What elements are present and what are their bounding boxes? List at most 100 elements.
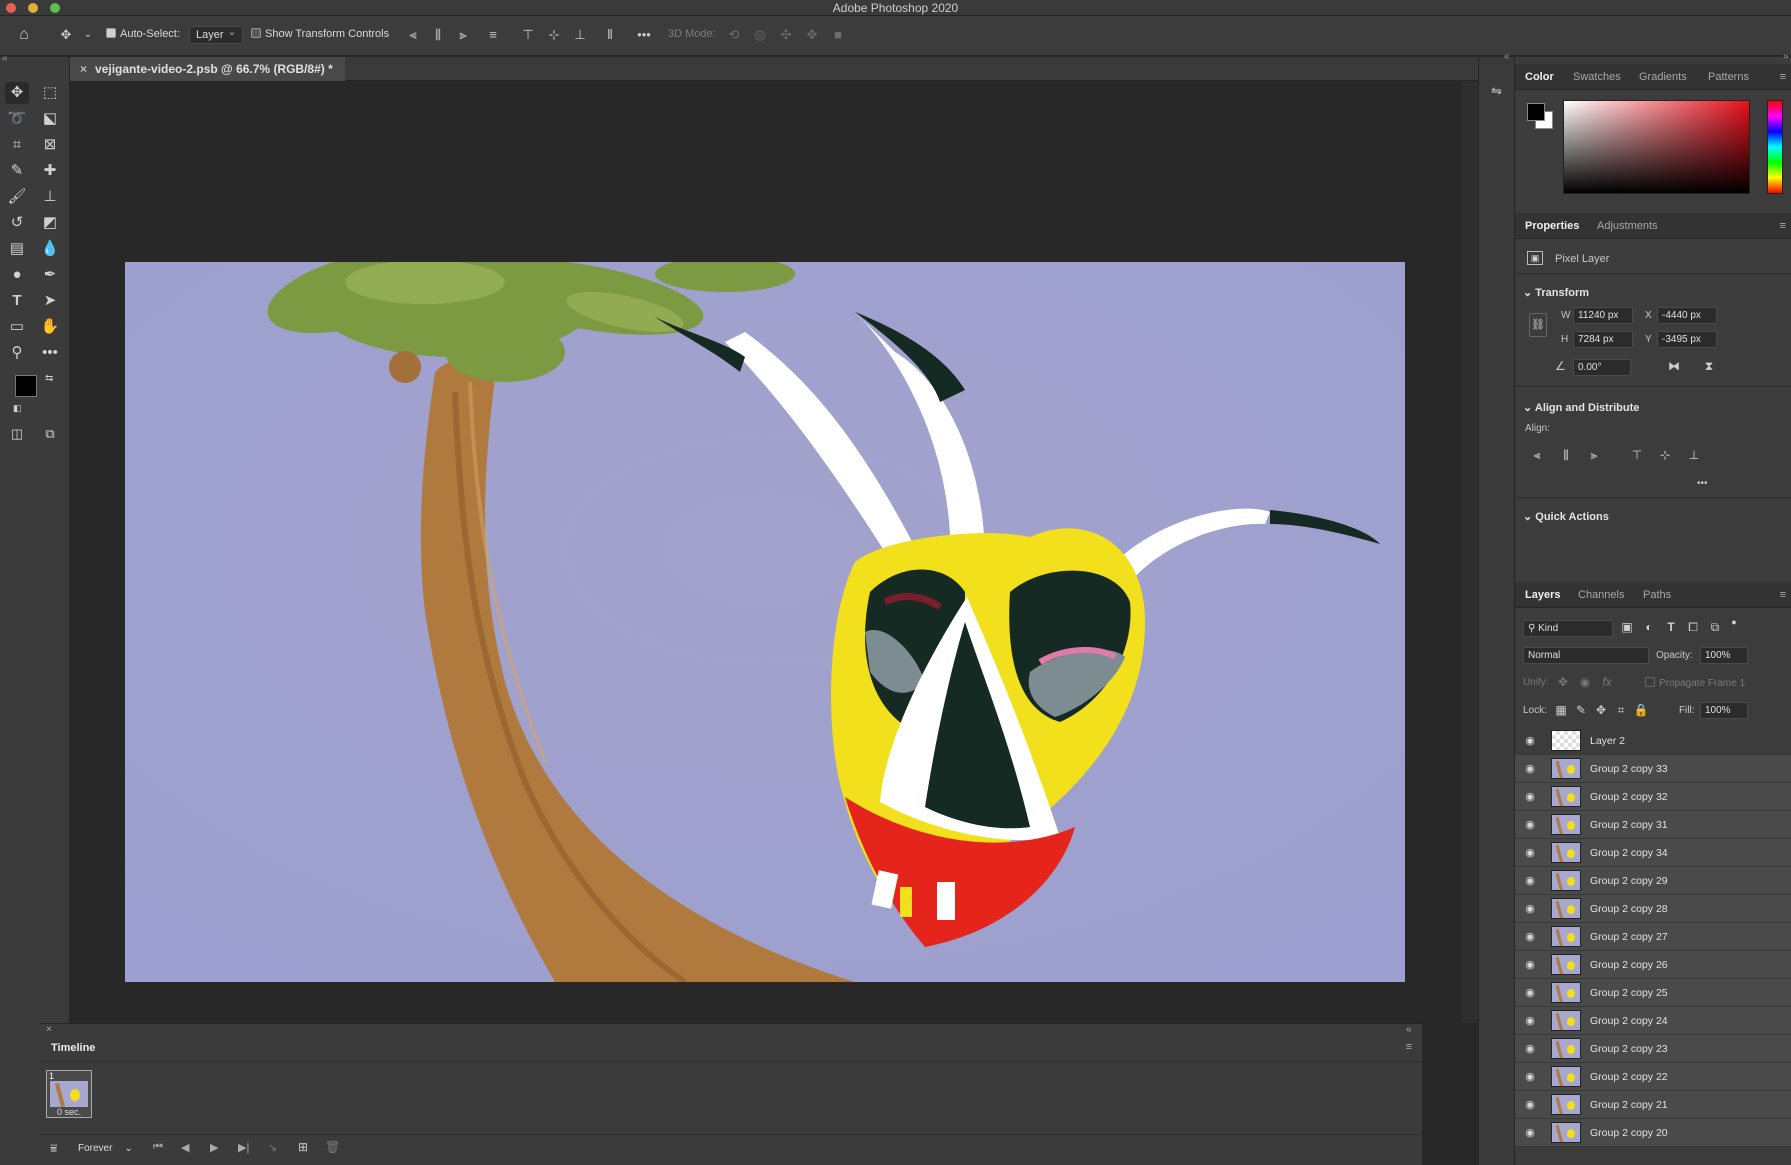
more-tools-icon[interactable]: ••• — [38, 342, 62, 364]
tab-layers[interactable]: Layers — [1525, 589, 1560, 601]
filter-adjustment-icon[interactable]: ◐ — [1641, 620, 1657, 634]
visibility-eye-icon[interactable]: ◉ — [1523, 986, 1537, 1000]
3d-roll-icon[interactable]: ◎ — [752, 27, 768, 43]
collapse-dock-icon[interactable]: « — [1504, 51, 1510, 62]
duplicate-frame-icon[interactable]: ⊞ — [298, 1140, 308, 1154]
lock-transparent-pixels-icon[interactable]: ▦ — [1553, 703, 1569, 717]
more-align-options-icon[interactable]: ••• — [1697, 478, 1708, 489]
visibility-eye-icon[interactable]: ◉ — [1523, 902, 1537, 916]
layer-row[interactable]: ◉ Group 2 copy 33 — [1515, 755, 1791, 783]
layer-row[interactable]: ◉ Group 2 copy 34 — [1515, 839, 1791, 867]
quick-actions-section-title[interactable]: ⌄ Quick Actions — [1523, 510, 1609, 523]
expand-panels-icon[interactable]: » — [1783, 51, 1789, 62]
rectangle-tool-icon[interactable]: ▭ — [5, 316, 29, 338]
3d-pan-icon[interactable]: ✣ — [778, 27, 794, 43]
document-canvas[interactable] — [125, 262, 1405, 982]
delete-frame-icon[interactable]: 🗑 — [325, 1140, 340, 1154]
lock-artboard-icon[interactable]: ⌗ — [1613, 703, 1629, 718]
healing-tool-icon[interactable]: ✚ — [38, 160, 62, 182]
width-field[interactable]: 11240 px — [1573, 307, 1633, 324]
auto-select-target-select[interactable]: Layer — [189, 25, 243, 44]
previous-frame-icon[interactable]: ◀ — [181, 1141, 189, 1154]
convert-timeline-icon[interactable]: ⩸ — [50, 1141, 57, 1156]
object-select-tool-icon[interactable]: ⬕ — [38, 108, 62, 130]
flip-vertical-icon[interactable]: ⧗ — [1701, 359, 1717, 374]
3d-orbit-icon[interactable]: ⟲ — [726, 27, 742, 43]
close-timeline-icon[interactable]: × — [46, 1024, 52, 1035]
layers-panel-menu-icon[interactable]: ≡ — [1780, 589, 1786, 601]
visibility-eye-icon[interactable]: ◉ — [1523, 1126, 1537, 1140]
blend-mode-select[interactable]: Normal — [1523, 647, 1649, 664]
collapse-tools-icon[interactable]: « — [2, 53, 8, 64]
align-horizontal-centers-icon[interactable]: ⫼ — [1558, 448, 1574, 463]
color-field[interactable] — [1563, 100, 1750, 194]
hue-slider[interactable] — [1767, 100, 1783, 194]
visibility-eye-icon[interactable]: ◉ — [1523, 1098, 1537, 1112]
visibility-eye-icon[interactable]: ◉ — [1523, 958, 1537, 972]
marquee-tool-icon[interactable]: ⬚ — [38, 82, 62, 104]
quick-mask-icon[interactable]: ◫ — [5, 423, 29, 445]
crop-tool-icon[interactable]: ⌗ — [5, 134, 29, 156]
align-vertical-centers-icon[interactable]: ⊹ — [1657, 448, 1673, 462]
visibility-eye-icon[interactable]: ◉ — [1523, 762, 1537, 776]
layer-row[interactable]: ◉ Group 2 copy 21 — [1515, 1091, 1791, 1119]
tool-preset-chevron-icon[interactable]: ⌄ — [80, 27, 96, 43]
stamp-tool-icon[interactable]: ⊥ — [38, 186, 62, 208]
eyedropper-tool-icon[interactable]: ✎ — [5, 160, 29, 182]
align-section-title[interactable]: ⌄ Align and Distribute — [1523, 401, 1639, 414]
foreground-color-swatch[interactable] — [15, 375, 37, 397]
visibility-eye-icon[interactable]: ◉ — [1523, 874, 1537, 888]
tab-properties[interactable]: Properties — [1525, 220, 1579, 232]
tab-channels[interactable]: Channels — [1578, 589, 1624, 601]
home-icon[interactable]: ⌂ — [16, 27, 32, 43]
filter-smart-object-icon[interactable]: ⧉ — [1707, 620, 1723, 635]
layer-row[interactable]: ◉ Group 2 copy 25 — [1515, 979, 1791, 1007]
transform-section-title[interactable]: ⌄ Transform — [1523, 286, 1589, 299]
swap-colors-icon[interactable]: ⇆ — [45, 373, 53, 384]
document-tab[interactable]: × vejigante-video-2.psb @ 66.7% (RGB/8#) … — [70, 57, 345, 81]
next-frame-icon[interactable]: ▶| — [238, 1141, 249, 1154]
first-frame-icon[interactable]: ⏮ — [153, 1141, 163, 1154]
tab-gradients[interactable]: Gradients — [1639, 71, 1687, 83]
frame-delay[interactable]: 0 sec. — [57, 1107, 81, 1117]
tab-color[interactable]: Color — [1525, 71, 1554, 83]
align-bottom-icon[interactable]: ⊥ — [572, 27, 588, 43]
collapse-timeline-icon[interactable]: « — [1406, 1024, 1412, 1035]
layer-row[interactable]: ◉ Group 2 copy 32 — [1515, 783, 1791, 811]
tab-patterns[interactable]: Patterns — [1708, 71, 1749, 83]
align-top-icon[interactable]: ⊤ — [520, 27, 536, 43]
unify-visibility-icon[interactable]: ◉ — [1577, 675, 1593, 689]
default-colors-icon[interactable]: ◧ — [13, 403, 22, 414]
opacity-field[interactable]: 100% — [1700, 647, 1748, 664]
layer-row[interactable]: ◉ Group 2 copy 20 — [1515, 1119, 1791, 1147]
3d-slide-icon[interactable]: ✥ — [804, 27, 820, 43]
move-tool-icon[interactable]: ✥ — [58, 27, 74, 43]
layer-row[interactable]: ◉ Group 2 copy 31 — [1515, 811, 1791, 839]
align-hcenter-icon[interactable]: ⫼ — [430, 27, 446, 43]
visibility-eye-icon[interactable]: ◉ — [1523, 1042, 1537, 1056]
3d-camera-icon[interactable]: ■ — [830, 27, 846, 43]
filter-type-icon[interactable]: T — [1663, 620, 1679, 634]
layer-row[interactable]: ◉ Group 2 copy 23 — [1515, 1035, 1791, 1063]
tab-adjustments[interactable]: Adjustments — [1597, 220, 1658, 232]
gradient-tool-icon[interactable]: ▤ — [5, 238, 29, 260]
visibility-eye-icon[interactable]: ◉ — [1523, 734, 1537, 748]
flip-horizontal-icon[interactable]: ⧓ — [1666, 359, 1682, 373]
layer-filter-select[interactable]: ⚲ Kind — [1523, 620, 1613, 637]
height-field[interactable]: 7284 px — [1573, 331, 1633, 348]
layer-row[interactable]: ◉ Layer 2 — [1515, 727, 1791, 755]
brush-tool-icon[interactable]: 🖌 — [5, 186, 29, 208]
dodge-tool-icon[interactable]: ● — [5, 264, 29, 286]
more-options-icon[interactable]: ••• — [636, 27, 652, 43]
lock-position-icon[interactable]: ✥ — [1593, 703, 1609, 717]
hand-tool-icon[interactable]: ✋ — [38, 316, 62, 338]
link-dimensions-icon[interactable]: ⛓ — [1529, 313, 1547, 337]
fill-field[interactable]: 100% — [1700, 702, 1748, 719]
loop-select[interactable]: Forever ⌄ — [78, 1143, 133, 1154]
close-tab-icon[interactable]: × — [80, 62, 87, 76]
unify-position-icon[interactable]: ✥ — [1555, 675, 1571, 689]
lasso-tool-icon[interactable]: ➰ — [5, 108, 29, 130]
show-transform-checkbox[interactable]: Show Transform Controls — [251, 28, 389, 40]
visibility-eye-icon[interactable]: ◉ — [1523, 1070, 1537, 1084]
x-field[interactable]: -4440 px — [1657, 307, 1717, 324]
